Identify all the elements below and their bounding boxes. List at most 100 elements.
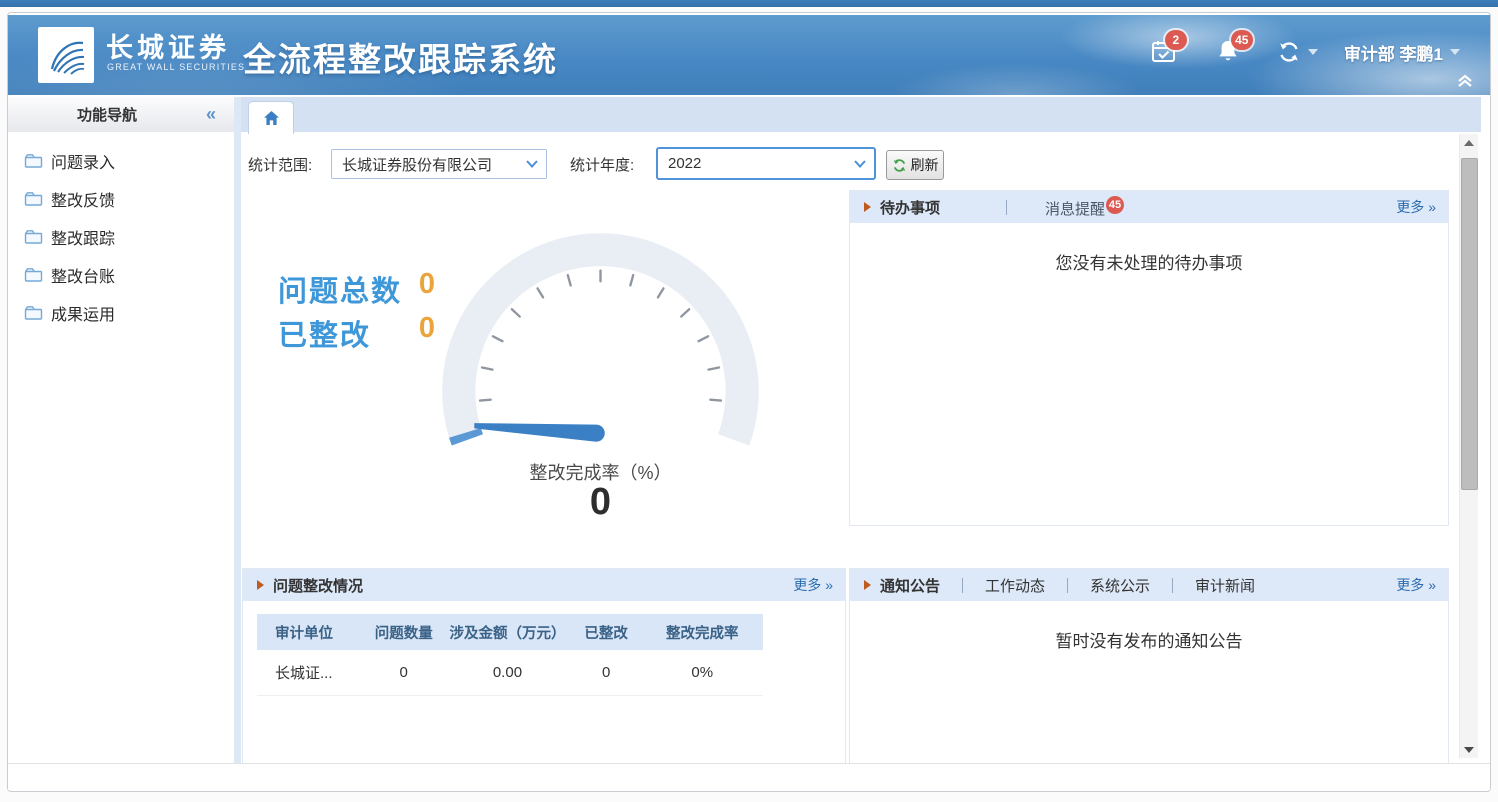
table-row[interactable]: 长城证... 0 0.00 0 0% (257, 650, 763, 696)
cell-issue-count: 0 (363, 664, 444, 681)
fixed-issues-label: 已整改 (278, 312, 371, 354)
collapse-header-button[interactable] (1456, 73, 1474, 94)
sidebar-item-label: 整改反馈 (51, 187, 115, 211)
tab-todo-items[interactable]: 待办事项 (880, 197, 940, 218)
app-header: 长城证券 GREAT WALL SECURITIES 全流程整改跟踪系统 2 (8, 15, 1490, 95)
col-amount: 涉及金额（万元） (444, 622, 571, 643)
folder-icon (24, 305, 43, 321)
refresh-icon (892, 158, 907, 173)
user-chevron-down-icon[interactable] (1450, 49, 1460, 55)
separator (1172, 578, 1173, 593)
arrow-down-icon (1464, 747, 1474, 753)
sidebar-item-results-usage[interactable]: 成果运用 (8, 294, 234, 332)
year-filter-label: 统计年度: (570, 151, 634, 181)
issues-panel-header: 问题整改情况 更多 » (243, 569, 845, 601)
refresh-button[interactable]: 刷新 (886, 150, 944, 180)
app-screenshot: 长城证券 GREAT WALL SECURITIES 全流程整改跟踪系统 2 (0, 0, 1498, 802)
sidebar-title: 功能导航 (8, 104, 206, 125)
tab-message-alerts-label: 消息提醒 (1045, 201, 1105, 218)
separator (962, 578, 963, 593)
separator (1067, 578, 1068, 593)
header-toolbar: 2 45 (1151, 39, 1460, 65)
todo-empty-message: 您没有未处理的待办事项 (850, 223, 1448, 274)
issues-panel-title: 问题整改情况 (273, 575, 363, 596)
panel-bullet-icon (257, 580, 264, 590)
col-fixed: 已整改 (571, 622, 642, 643)
issues-table: 审计单位 问题数量 涉及金额（万元） 已整改 整改完成率 长城证... 0 0.… (257, 614, 763, 696)
sidebar-collapse-icon[interactable]: « (206, 104, 234, 125)
home-icon (263, 110, 280, 126)
tab-notices[interactable]: 通知公告 (880, 575, 940, 596)
cell-audit-unit: 长城证... (257, 662, 363, 683)
company-logo (38, 27, 94, 83)
sidebar-item-rectify-feedback[interactable]: 整改反馈 (8, 180, 234, 218)
tab-system-announcements[interactable]: 系统公示 (1090, 575, 1150, 596)
tab-audit-news[interactable]: 审计新闻 (1195, 575, 1255, 596)
sidebar-item-label: 整改台账 (51, 263, 115, 287)
page-title: 全流程整改跟踪系统 (243, 33, 558, 81)
double-chevron-up-icon (1456, 73, 1474, 89)
sidebar-splitter[interactable] (234, 97, 241, 763)
completion-gauge-chart (408, 231, 793, 477)
issues-panel: 问题整改情况 更多 » 审计单位 问题数量 涉及金额（万元） 已整改 整改完成率… (242, 568, 846, 763)
scroll-down-button[interactable] (1460, 741, 1478, 758)
folder-icon (24, 267, 43, 283)
browser-top-strip (0, 0, 1498, 7)
sidebar-item-label: 整改跟踪 (51, 225, 115, 249)
sidebar-item-rectify-tracking[interactable]: 整改跟踪 (8, 218, 234, 256)
app-window: 长城证券 GREAT WALL SECURITIES 全流程整改跟踪系统 2 (7, 12, 1491, 792)
year-select[interactable]: 2022 (656, 147, 876, 180)
sidebar-header: 功能导航 « (8, 97, 234, 133)
col-completion-rate: 整改完成率 (642, 622, 763, 643)
scroll-up-button[interactable] (1460, 134, 1478, 151)
task-count-badge[interactable]: 2 (1165, 30, 1187, 50)
select-chevron-down-icon (854, 160, 866, 168)
company-name-cn: 长城证券 (106, 26, 230, 65)
col-audit-unit: 审计单位 (257, 622, 363, 643)
tab-message-alerts[interactable]: 消息提醒45 (1045, 196, 1124, 219)
notice-empty-message: 暂时没有发布的通知公告 (850, 601, 1448, 652)
sidebar-item-label: 成果运用 (51, 301, 115, 325)
tab-bar (241, 97, 1481, 132)
gauge-needle (474, 423, 604, 442)
scrollbar-thumb[interactable] (1461, 158, 1478, 490)
cell-amount: 0.00 (444, 664, 571, 681)
cell-completion-rate: 0% (642, 664, 763, 681)
todo-panel: 待办事项 消息提醒45 更多 » 您没有未处理的待办事项 (849, 190, 1449, 526)
refresh-session-button[interactable] (1277, 40, 1318, 64)
panel-bullet-icon (864, 202, 871, 212)
main-scrollbar[interactable] (1459, 134, 1478, 758)
notice-more-link[interactable]: 更多 » (1396, 575, 1436, 595)
total-issues-label: 问题总数 (278, 268, 402, 310)
wave-logo-icon (45, 34, 87, 76)
scope-select-value: 长城证券股份有限公司 (332, 154, 526, 175)
notifications-button[interactable]: 45 (1217, 39, 1243, 65)
footer-bar (8, 763, 1490, 790)
message-count-badge: 45 (1106, 196, 1124, 214)
sidebar-item-rectify-ledger[interactable]: 整改台账 (8, 256, 234, 294)
scope-filter-label: 统计范围: (248, 151, 312, 181)
select-chevron-down-icon (526, 160, 538, 168)
separator (1006, 200, 1007, 215)
sidebar-item-issue-entry[interactable]: 问题录入 (8, 142, 234, 180)
user-menu[interactable]: 审计部 李鹏1 (1344, 40, 1443, 65)
scope-select[interactable]: 长城证券股份有限公司 (331, 149, 547, 179)
sync-icon (1277, 40, 1301, 64)
issues-more-link[interactable]: 更多 » (793, 575, 833, 595)
tab-home[interactable] (248, 101, 294, 134)
folder-icon (24, 191, 43, 207)
gauge-value: 0 (408, 481, 793, 524)
panel-bullet-icon (864, 580, 871, 590)
todo-tasks-button[interactable]: 2 (1151, 39, 1177, 65)
todo-more-link[interactable]: 更多 » (1396, 197, 1436, 217)
notification-count-badge[interactable]: 45 (1231, 30, 1253, 50)
arrow-up-icon (1464, 140, 1474, 146)
cell-fixed: 0 (571, 664, 642, 681)
folder-icon (24, 153, 43, 169)
sidebar-item-label: 问题录入 (51, 149, 115, 173)
sidebar-nav: 问题录入 整改反馈 整改跟踪 整改台账 成果运用 (8, 132, 234, 763)
notice-panel: 通知公告 工作动态 系统公示 审计新闻 更多 » 暂时没有发布的通知公告 (849, 568, 1449, 763)
company-name-en: GREAT WALL SECURITIES (107, 62, 245, 72)
tab-work-updates[interactable]: 工作动态 (985, 575, 1045, 596)
notice-panel-header: 通知公告 工作动态 系统公示 审计新闻 更多 » (850, 569, 1448, 601)
